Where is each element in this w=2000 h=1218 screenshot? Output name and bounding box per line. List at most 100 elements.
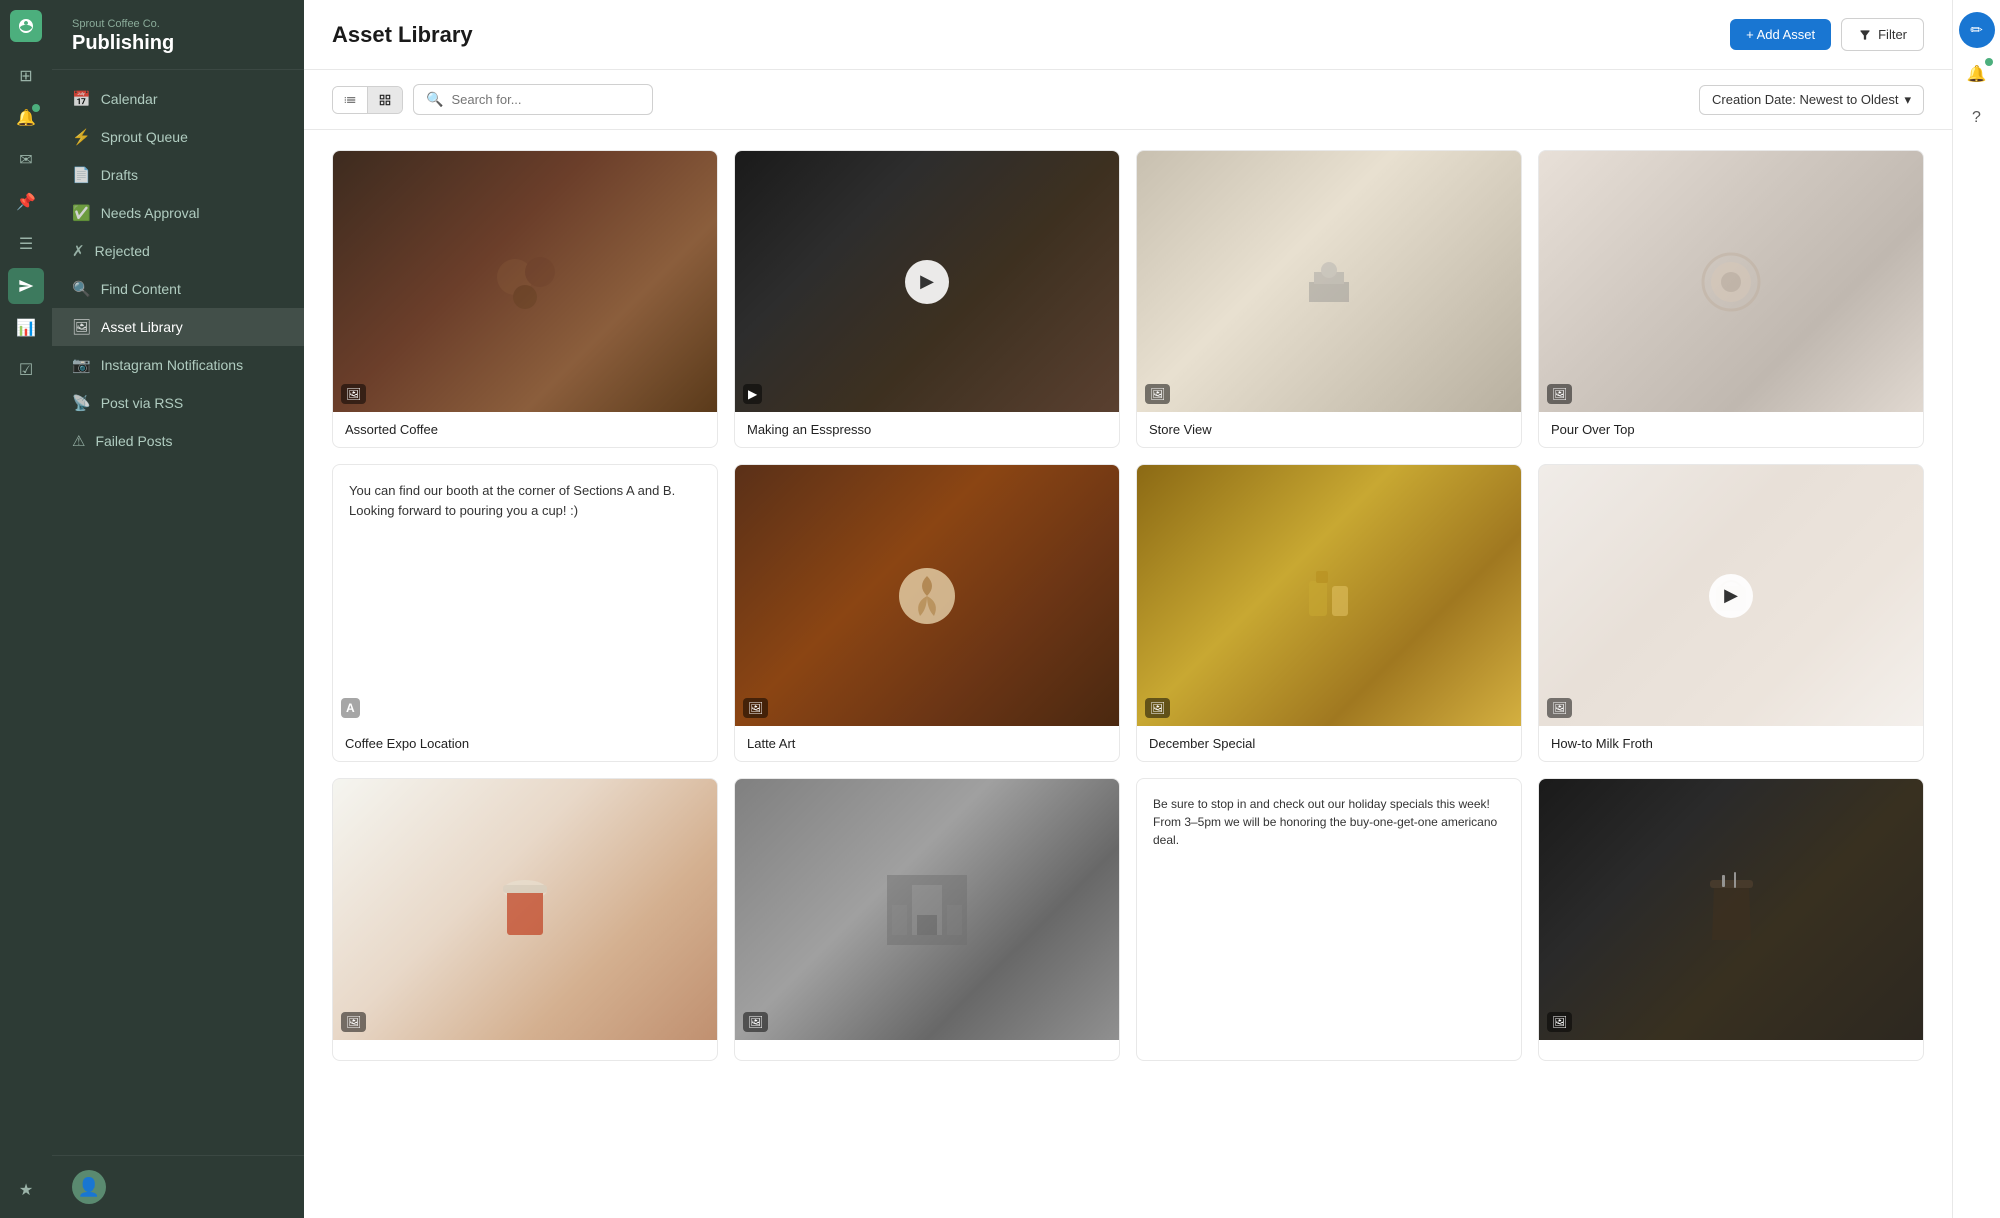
sidebar-header: Sprout Coffee Co. Publishing	[52, 0, 304, 70]
page-title: Asset Library	[332, 22, 473, 48]
company-name: Sprout Coffee Co.	[72, 18, 284, 30]
asset-type-badge: 🖼	[1145, 384, 1170, 404]
asset-card[interactable]: ▶ ▶ Making an Esspresso	[734, 150, 1120, 448]
asset-type-badge: 🖼	[1547, 1012, 1572, 1032]
asset-card[interactable]: You can find our booth at the corner of …	[332, 464, 718, 762]
asset-thumbnail: 🖼	[1539, 151, 1923, 412]
asset-name: Store View	[1137, 412, 1521, 447]
asset-card[interactable]: 🖼 Pour Over Top	[1538, 150, 1924, 448]
asset-type-badge: 🖼	[743, 698, 768, 718]
filter-button[interactable]: Filter	[1841, 18, 1924, 51]
calendar-icon: 📅	[72, 90, 91, 108]
help-button[interactable]: ?	[1959, 100, 1995, 136]
tasks-rail-icon[interactable]: ☑	[8, 352, 44, 388]
asset-card[interactable]: 🖼 Store View	[1136, 150, 1522, 448]
sidebar-item-label: Rejected	[95, 243, 150, 259]
asset-type-badge: 🖼	[341, 1012, 366, 1032]
right-rail: ✏ 🔔 ?	[1952, 0, 2000, 1218]
thumbnail-content	[735, 465, 1119, 726]
rss-icon: 📡	[72, 394, 91, 412]
search-icon: 🔍	[426, 91, 443, 108]
grid-icon[interactable]: ⊞	[8, 58, 44, 94]
sidebar-item-sprout-queue[interactable]: ⚡ Sprout Queue	[52, 118, 304, 156]
inbox-rail-icon[interactable]: ✉	[8, 142, 44, 178]
grid-view-button[interactable]	[367, 87, 402, 113]
failed-icon: ⚠	[72, 432, 85, 450]
pin-rail-icon[interactable]: 📌	[8, 184, 44, 220]
sidebar-item-find-content[interactable]: 🔍 Find Content	[52, 270, 304, 308]
search-input[interactable]	[451, 92, 640, 107]
view-toggle	[332, 86, 403, 114]
edit-button[interactable]: ✏	[1959, 12, 1995, 48]
thumbnail-content	[1137, 151, 1521, 412]
add-asset-button[interactable]: + Add Asset	[1730, 19, 1831, 50]
analytics-rail-icon[interactable]: 📊	[8, 310, 44, 346]
sort-dropdown[interactable]: Creation Date: Newest to Oldest ▾	[1699, 85, 1924, 115]
sidebar-item-label: Calendar	[101, 91, 158, 107]
sidebar-item-post-via-rss[interactable]: 📡 Post via RSS	[52, 384, 304, 422]
star-rail-icon[interactable]: ★	[8, 1172, 44, 1208]
asset-thumbnail: 🖼	[333, 151, 717, 412]
asset-card[interactable]: Be sure to stop in and check out our hol…	[1136, 778, 1522, 1061]
play-overlay: ▶	[735, 151, 1119, 412]
play-button: ▶	[1709, 574, 1753, 618]
asset-name: Pour Over Top	[1539, 412, 1923, 447]
asset-thumbnail: 🖼	[1137, 151, 1521, 412]
asset-type-badge: 🖼	[1145, 698, 1170, 718]
asset-thumbnail: 🖼	[333, 779, 717, 1040]
grid-area: 🖼 Assorted Coffee ▶ ▶ Making an Esspress…	[304, 130, 1952, 1218]
play-button: ▶	[905, 260, 949, 304]
asset-thumbnail: 🖼	[1137, 465, 1521, 726]
sidebar-item-label: Failed Posts	[95, 433, 172, 449]
notification-button[interactable]: 🔔	[1959, 56, 1995, 92]
asset-thumbnail: 🖼	[735, 465, 1119, 726]
asset-name	[735, 1040, 1119, 1060]
asset-name	[333, 1040, 717, 1060]
app-logo[interactable]	[10, 10, 42, 42]
asset-thumbnail: Be sure to stop in and check out our hol…	[1137, 779, 1521, 1040]
asset-card[interactable]: ▶ 🖼 How-to Milk Froth	[1538, 464, 1924, 762]
asset-card[interactable]: 🖼 December Special	[1136, 464, 1522, 762]
thumbnail-content	[333, 779, 717, 1040]
list-view-button[interactable]	[333, 87, 367, 113]
sidebar: Sprout Coffee Co. Publishing 📅 Calendar …	[52, 0, 304, 1218]
sidebar-item-label: Instagram Notifications	[101, 357, 243, 373]
find-icon: 🔍	[72, 280, 91, 298]
list-rail-icon[interactable]: ☰	[8, 226, 44, 262]
publish-rail-icon[interactable]	[8, 268, 44, 304]
asset-name: December Special	[1137, 726, 1521, 761]
asset-card[interactable]: 🖼 Latte Art	[734, 464, 1120, 762]
sidebar-item-instagram-notifications[interactable]: 📷 Instagram Notifications	[52, 346, 304, 384]
sidebar-nav: 📅 Calendar ⚡ Sprout Queue 📄 Drafts ✅ Nee…	[52, 70, 304, 1155]
asset-type-badge: 🖼	[1547, 698, 1572, 718]
queue-icon: ⚡	[72, 128, 91, 146]
user-avatar[interactable]: 👤	[72, 1170, 106, 1204]
asset-card[interactable]: 🖼 Assorted Coffee	[332, 150, 718, 448]
sidebar-item-drafts[interactable]: 📄 Drafts	[52, 156, 304, 194]
asset-thumbnail: ▶ ▶	[735, 151, 1119, 412]
sidebar-item-calendar[interactable]: 📅 Calendar	[52, 80, 304, 118]
top-bar: Asset Library + Add Asset Filter	[304, 0, 1952, 70]
asset-grid: 🖼 Assorted Coffee ▶ ▶ Making an Esspress…	[332, 150, 1924, 1061]
toolbar-row: 🔍 Creation Date: Newest to Oldest ▾	[304, 70, 1952, 130]
sidebar-item-label: Needs Approval	[101, 205, 200, 221]
asset-name: Coffee Expo Location	[333, 726, 717, 761]
asset-card[interactable]: 🖼	[332, 778, 718, 1061]
approval-icon: ✅	[72, 204, 91, 222]
icon-rail: ⊞ 🔔 ✉ 📌 ☰ 📊 ☑ ★	[0, 0, 52, 1218]
instagram-icon: 📷	[72, 356, 91, 374]
notification-rail-icon[interactable]: 🔔	[8, 100, 44, 136]
sidebar-item-failed-posts[interactable]: ⚠ Failed Posts	[52, 422, 304, 460]
sidebar-item-needs-approval[interactable]: ✅ Needs Approval	[52, 194, 304, 232]
sidebar-item-rejected[interactable]: ✗ Rejected	[52, 232, 304, 270]
thumbnail-content	[1137, 465, 1521, 726]
asset-card[interactable]: 🖼	[734, 778, 1120, 1061]
asset-card[interactable]: 🖼	[1538, 778, 1924, 1061]
sidebar-item-label: Sprout Queue	[101, 129, 188, 145]
sidebar-item-asset-library[interactable]: 🖼 Asset Library	[52, 308, 304, 346]
top-bar-actions: + Add Asset Filter	[1730, 18, 1924, 51]
asset-name	[1137, 1040, 1521, 1060]
rejected-icon: ✗	[72, 242, 85, 260]
sidebar-item-label: Find Content	[101, 281, 181, 297]
asset-name: Making an Esspresso	[735, 412, 1119, 447]
